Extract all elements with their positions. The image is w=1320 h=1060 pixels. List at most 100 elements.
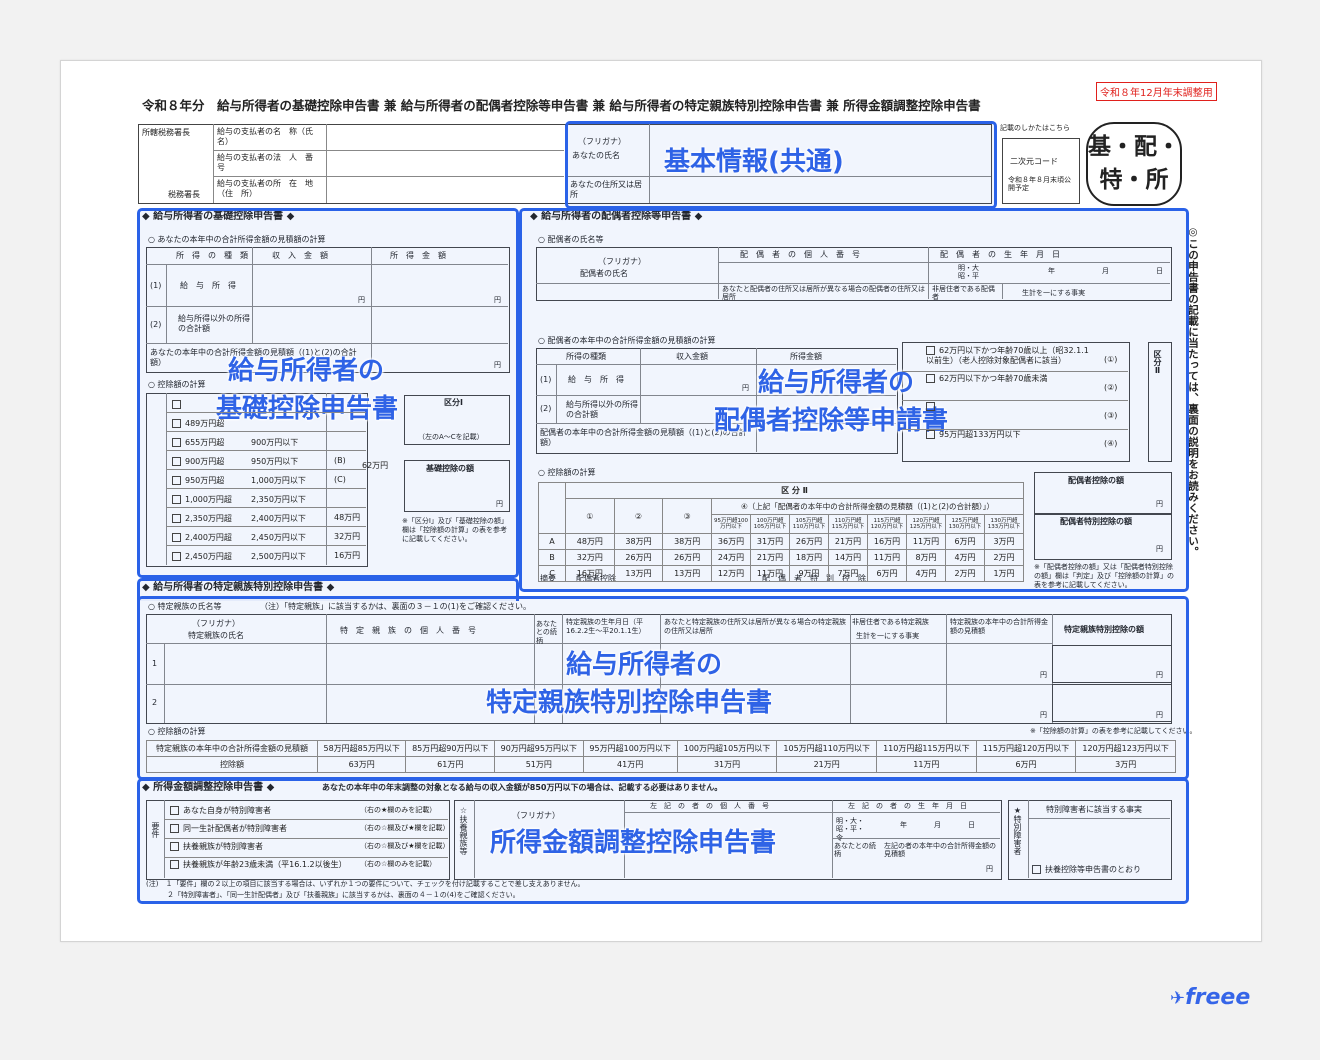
checkbox-icon[interactable] <box>172 400 181 409</box>
checkbox-icon[interactable] <box>172 457 181 466</box>
spouse-cell: 38万円 <box>662 533 712 550</box>
checkbox-icon[interactable] <box>926 374 935 383</box>
dep-grid-table: 特定親族の本年中の合計所得金額の見積額 58万円超85万円以下 85万円超90万円以… <box>146 740 1176 773</box>
overlay-dependent-1: 給与所得者の <box>566 650 723 680</box>
freee-logo: ✈freee <box>1170 985 1251 1010</box>
spouse-cell: 6万円 <box>867 565 907 582</box>
spouse-cell: 48万円 <box>565 533 615 550</box>
spouse-cell: 13万円 <box>662 565 712 582</box>
basic-row-7: 2,400万円超 2,450万円以下 <box>172 533 306 542</box>
basic-row-value-7: 32万円 <box>334 532 361 541</box>
howto-link[interactable]: 記載のしかたはこちら <box>1000 125 1070 132</box>
checkbox-icon[interactable] <box>172 533 181 542</box>
overlay-adjust: 所得金額調整控除申告書 <box>490 828 777 858</box>
adjust-req-note-1: （右の☆欄及び★欄を記載） <box>360 824 450 832</box>
spouse-cell: 2万円 <box>984 549 1024 566</box>
adjust-req-note-0: （右の★欄のみを記載） <box>360 806 437 814</box>
spouse-cell: 16万円 <box>867 533 907 550</box>
dep-amount-cell: 31万円 <box>676 756 778 773</box>
basic-row-value-3: (B) <box>334 456 346 465</box>
spouse-opt-mark-0: (①) <box>1104 355 1118 364</box>
basic-row-6: 2,350万円超 2,400万円以下 <box>172 514 306 523</box>
spouse-opt-3[interactable]: 95万円超133万円以下 <box>926 430 1096 440</box>
basic-row-value-4: (C) <box>334 475 346 484</box>
basic-row-8: 2,450万円超 2,500万円以下 <box>172 552 306 561</box>
spouse-cell: 12万円 <box>711 565 751 582</box>
spouse-opt-0[interactable]: 62万円以下かつ年齢70歳以上（昭32.1.1以前生）（老人控除対象配偶者に該当… <box>926 346 1096 366</box>
checkbox-icon[interactable] <box>926 430 935 439</box>
overlay-spouse-2: 配偶者控除等申請書 <box>714 406 949 436</box>
spouse-cell: 6万円 <box>945 533 985 550</box>
dep-amount-cell: 61万円 <box>405 756 496 773</box>
qr-label: 二次元コード <box>1010 157 1058 166</box>
stamp-line1: 基・配・ <box>1088 133 1180 160</box>
basic-row-4: 950万円超 1,000万円以下 <box>172 476 306 485</box>
spouse-cell: 21万円 <box>750 549 790 566</box>
basic-row-value-8: 16万円 <box>334 551 361 560</box>
qr-box <box>1002 138 1080 204</box>
spouse-cell: 11万円 <box>906 533 946 550</box>
overlay-common: 基本情報(共通) <box>664 147 844 177</box>
year-tag: 令和８年12月年末調整用 <box>1096 82 1217 101</box>
checkbox-icon[interactable] <box>172 476 181 485</box>
spouse-cell: 26万円 <box>789 533 829 550</box>
spouse-cell: 4万円 <box>945 549 985 566</box>
stamp-line2: 特・所 <box>1099 167 1169 193</box>
spouse-cell: 11万円 <box>750 565 790 582</box>
checkbox-icon[interactable] <box>170 824 179 833</box>
basic-row-0 <box>172 400 251 409</box>
spouse-cell: 9万円 <box>789 565 829 582</box>
spouse-cell: 36万円 <box>711 533 751 550</box>
checkbox-icon[interactable] <box>170 806 179 815</box>
checkbox-icon[interactable] <box>172 419 181 428</box>
spouse-cell: 3万円 <box>984 533 1024 550</box>
spouse-opt-mark-1: (②) <box>1104 383 1118 392</box>
checkbox-icon[interactable] <box>926 402 935 411</box>
spouse-cell: 21万円 <box>828 533 868 550</box>
spouse-cell: 4万円 <box>906 565 946 582</box>
checkbox-icon[interactable] <box>926 346 935 355</box>
checkbox-icon[interactable] <box>170 860 179 869</box>
spouse-opt-mark-3: (④) <box>1104 439 1118 448</box>
spouse-opt-1[interactable]: 62万円以下かつ年齢70歳未満 <box>926 374 1096 384</box>
form-type-stamp: 基・配・ 特・所 <box>1086 122 1182 206</box>
adjust-req-1[interactable]: 同一生計配偶者が特別障害者 <box>170 824 287 833</box>
adjust-req-note-2: （右の☆欄及び★欄を記載） <box>360 842 450 850</box>
payer-block <box>138 124 566 204</box>
tax-office-chief: 税務署長 <box>168 190 200 199</box>
basic-row-3: 900万円超 950万円以下 <box>172 457 298 466</box>
spouse-cell: 11万円 <box>867 549 907 566</box>
adjust-req-3[interactable]: 扶養親族が年齢23歳未満（平16.1.2以後生） <box>170 860 347 869</box>
payer-number-label: 給与の支払者の法 人 番 号 <box>217 153 321 172</box>
tax-office-label: 所轄税務署長 <box>142 128 190 137</box>
checkbox-icon[interactable] <box>172 438 181 447</box>
spouse-cell: 32万円 <box>565 549 615 566</box>
adjust-req-0[interactable]: あなた自身が特別障害者 <box>170 806 271 815</box>
adjust-req-2[interactable]: 扶養親族が特別障害者 <box>170 842 263 851</box>
spouse-cell: 26万円 <box>613 549 664 566</box>
spouse-cell: 16万円 <box>565 565 615 582</box>
dep-amount-cell: 51万円 <box>494 756 584 773</box>
checkbox-icon[interactable] <box>172 514 181 523</box>
spouse-cell: 38万円 <box>613 533 664 550</box>
payer-name-label: 給与の支払者の名 称（氏 名） <box>217 127 321 146</box>
checkbox-icon[interactable] <box>170 842 179 851</box>
spouse-cell: 8万円 <box>906 549 946 566</box>
checkbox-icon[interactable] <box>172 552 181 561</box>
spouse-cell: 1万円 <box>984 565 1024 582</box>
overlay-basic-1: 給与所得者の <box>228 356 385 386</box>
spouse-grid-table: 区 分 Ⅱ ① ② ③ ④（上記「配偶者の本年中の合計所得金額の見積額（(1)と(2)の… <box>538 482 1024 582</box>
overlay-spouse-1: 給与所得者の <box>758 368 915 398</box>
basic-row-1: 489万円超 <box>172 419 251 428</box>
bird-icon: ✈ <box>1170 988 1186 1009</box>
checkbox-icon[interactable] <box>172 495 181 504</box>
spouse-opt-mark-2: (③) <box>1104 411 1118 420</box>
spouse-cell: 24万円 <box>711 549 751 566</box>
dep-amount-cell: 6万円 <box>975 756 1077 773</box>
spouse-opt-2[interactable] <box>926 402 1096 412</box>
spouse-cell: 14万円 <box>828 549 868 566</box>
form-title: 令和８年分 給与所得者の基礎控除申告書 兼 給与所得者の配偶者控除等申告書 兼 … <box>142 98 981 113</box>
spouse-cell: 13万円 <box>613 565 664 582</box>
dep-amount-cell: 3万円 <box>1075 756 1176 773</box>
basic-row-value-6: 48万円 <box>334 513 361 522</box>
